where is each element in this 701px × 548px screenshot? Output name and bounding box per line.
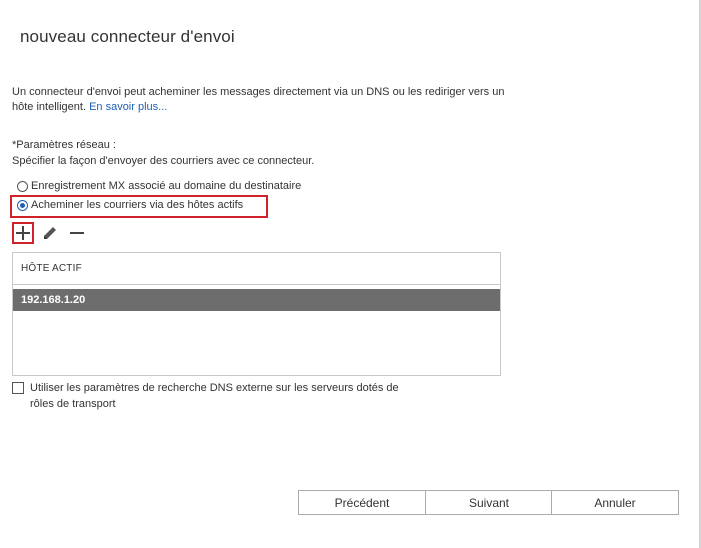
remove-host-button[interactable]	[66, 223, 88, 243]
radio-mx-record[interactable]	[17, 180, 28, 192]
external-dns-label-line2: rôles de transport	[30, 398, 116, 410]
external-dns-label: Utiliser les paramètres de recherche DNS…	[30, 380, 399, 412]
minus-icon	[70, 232, 84, 234]
intro-description: Un connecteur d'envoi peut acheminer les…	[12, 86, 505, 113]
smart-host-table: HÔTE ACTIF 192.168.1.20	[12, 252, 501, 376]
external-dns-checkbox[interactable]	[12, 382, 24, 394]
radio-smart-host[interactable]	[17, 199, 28, 211]
learn-more-link[interactable]: En savoir plus...	[89, 101, 167, 113]
edit-host-button[interactable]	[39, 223, 61, 243]
plus-icon	[16, 226, 30, 240]
host-toolbar	[12, 222, 93, 244]
network-settings-description: Spécifier la façon d'envoyer des courrie…	[12, 155, 315, 167]
pencil-icon	[44, 227, 56, 239]
radio-smart-host-option[interactable]: Acheminer les courriers via des hôtes ac…	[17, 199, 243, 211]
cancel-button[interactable]: Annuler	[551, 490, 679, 515]
dialog-title: nouveau connecteur d'envoi	[20, 27, 235, 46]
send-connector-dialog: nouveau connecteur d'envoi Un connecteur…	[0, 0, 701, 548]
radio-smart-host-label: Acheminer les courriers via des hôtes ac…	[31, 199, 244, 211]
external-dns-option[interactable]: Utiliser les paramètres de recherche DNS…	[12, 380, 399, 412]
table-row[interactable]: 192.168.1.20	[13, 289, 500, 311]
add-host-button[interactable]	[12, 222, 34, 244]
previous-button[interactable]: Précédent	[298, 490, 426, 515]
radio-mx-record-option[interactable]: Enregistrement MX associé au domaine du …	[17, 180, 301, 192]
external-dns-label-line1: Utiliser les paramètres de recherche DNS…	[30, 382, 399, 394]
radio-mx-record-label: Enregistrement MX associé au domaine du …	[31, 180, 302, 192]
intro-text: Un connecteur d'envoi peut acheminer les…	[12, 85, 512, 115]
network-settings-label: *Paramètres réseau :	[12, 139, 116, 151]
next-button[interactable]: Suivant	[425, 490, 553, 515]
table-header-smart-host[interactable]: HÔTE ACTIF	[13, 253, 500, 285]
